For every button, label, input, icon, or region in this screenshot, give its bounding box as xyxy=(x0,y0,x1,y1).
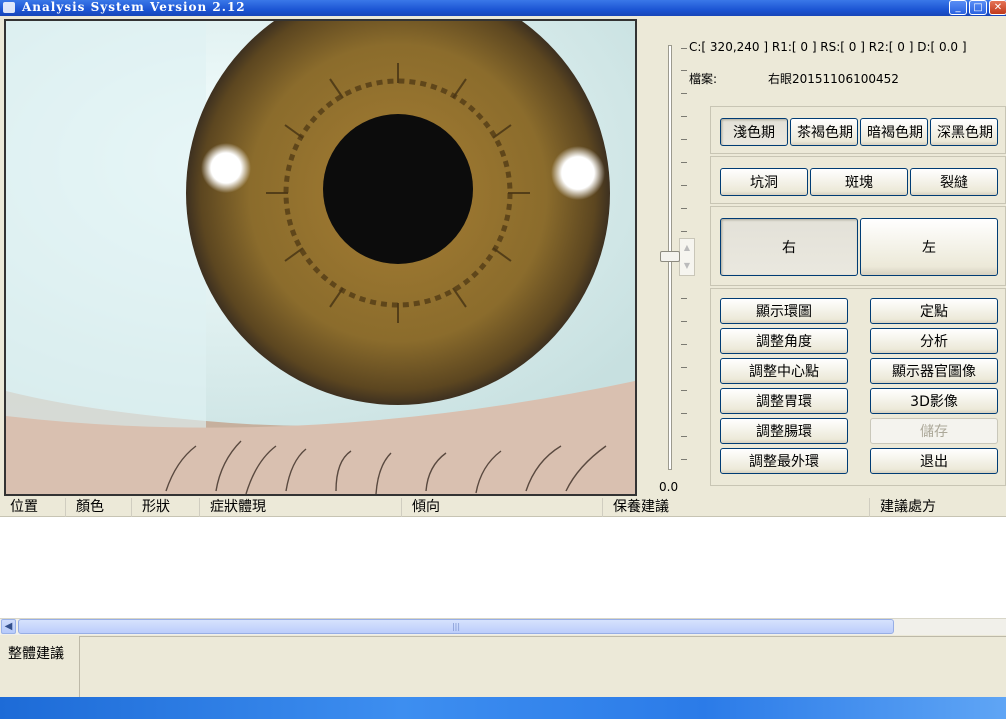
slider-tick xyxy=(681,367,687,368)
slider-tick xyxy=(681,321,687,322)
minimize-button[interactable]: _ xyxy=(949,0,967,15)
slider-tick xyxy=(681,116,687,117)
right-eye-button[interactable]: 右 xyxy=(720,218,858,276)
scroll-left-arrow-icon[interactable]: ◀ xyxy=(1,619,16,634)
maximize-button[interactable]: □ xyxy=(969,0,987,15)
slider-tick xyxy=(681,413,687,414)
slider-tick xyxy=(681,208,687,209)
adjust-angle-button[interactable]: 調整角度 xyxy=(720,328,848,354)
light-color-period-button[interactable]: 淺色期 xyxy=(720,118,788,146)
exit-button[interactable]: 退出 xyxy=(870,448,998,474)
result-table-body[interactable] xyxy=(0,517,1006,618)
slider-tick xyxy=(681,139,687,140)
file-label: 檔案: xyxy=(689,72,718,86)
analyze-button[interactable]: 分析 xyxy=(870,328,998,354)
app-icon xyxy=(3,2,15,13)
adjust-stomach-ring-button[interactable]: 調整胃環 xyxy=(720,388,848,414)
slider-tick xyxy=(681,231,687,232)
zoom-slider-thumb[interactable] xyxy=(660,251,680,262)
close-button[interactable]: ✕ xyxy=(989,0,1006,15)
deep-black-period-button[interactable]: 深黑色期 xyxy=(930,118,998,146)
column-tendency[interactable]: 傾向 xyxy=(402,498,603,517)
eye-image[interactable] xyxy=(6,21,635,494)
coordinate-readout: C:[ 320,240 ] R1:[ 0 ] RS:[ 0 ] R2:[ 0 ]… xyxy=(689,40,967,54)
slider-tick xyxy=(681,48,687,49)
slider-tick xyxy=(681,344,687,345)
show-ring-chart-button[interactable]: 顯示環圖 xyxy=(720,298,848,324)
result-table-header: 位置 顏色 形狀 症狀體現 傾向 保養建議 建議處方 xyxy=(0,498,1006,517)
slider-tick xyxy=(681,185,687,186)
adjust-outer-ring-button[interactable]: 調整最外環 xyxy=(720,448,848,474)
overall-suggestion-text[interactable] xyxy=(79,636,1006,697)
save-button[interactable]: 儲存 xyxy=(870,418,998,444)
column-prescription[interactable]: 建議處方 xyxy=(870,498,1006,517)
dark-brown-period-button[interactable]: 暗褐色期 xyxy=(860,118,928,146)
left-eye-button[interactable]: 左 xyxy=(860,218,998,276)
slider-tick xyxy=(681,70,687,71)
spot-button[interactable]: 斑塊 xyxy=(810,168,908,196)
tea-brown-period-button[interactable]: 茶褐色期 xyxy=(790,118,858,146)
column-color[interactable]: 顏色 xyxy=(66,498,132,517)
3d-image-button[interactable]: 3D影像 xyxy=(870,388,998,414)
adjust-intestine-ring-button[interactable]: 調整腸環 xyxy=(720,418,848,444)
column-position[interactable]: 位置 xyxy=(0,498,66,517)
window-title: Analysis System Version 2.12 xyxy=(22,0,246,14)
slider-tick xyxy=(681,298,687,299)
slider-tick xyxy=(681,436,687,437)
adjust-center-button[interactable]: 調整中心點 xyxy=(720,358,848,384)
fix-point-button[interactable]: 定點 xyxy=(870,298,998,324)
desktop-background xyxy=(0,697,1006,719)
column-care-advice[interactable]: 保養建議 xyxy=(603,498,870,517)
slider-value: 0.0 xyxy=(659,480,679,494)
file-name: 右眼20151106100452 xyxy=(768,72,899,86)
slider-spinner[interactable]: ▲ ▼ xyxy=(679,238,695,276)
pit-button[interactable]: 坑洞 xyxy=(720,168,808,196)
slider-tick xyxy=(681,390,687,391)
column-shape[interactable]: 形狀 xyxy=(132,498,200,517)
slider-tick xyxy=(681,93,687,94)
overall-suggestion-label: 整體建議 xyxy=(8,646,64,662)
show-organ-image-button[interactable]: 顯示器官圖像 xyxy=(870,358,998,384)
slider-tick xyxy=(681,459,687,460)
scrollbar-thumb[interactable]: ||| xyxy=(18,619,894,634)
column-symptom[interactable]: 症狀體現 xyxy=(200,498,402,517)
crack-button[interactable]: 裂縫 xyxy=(910,168,998,196)
slider-tick xyxy=(681,162,687,163)
